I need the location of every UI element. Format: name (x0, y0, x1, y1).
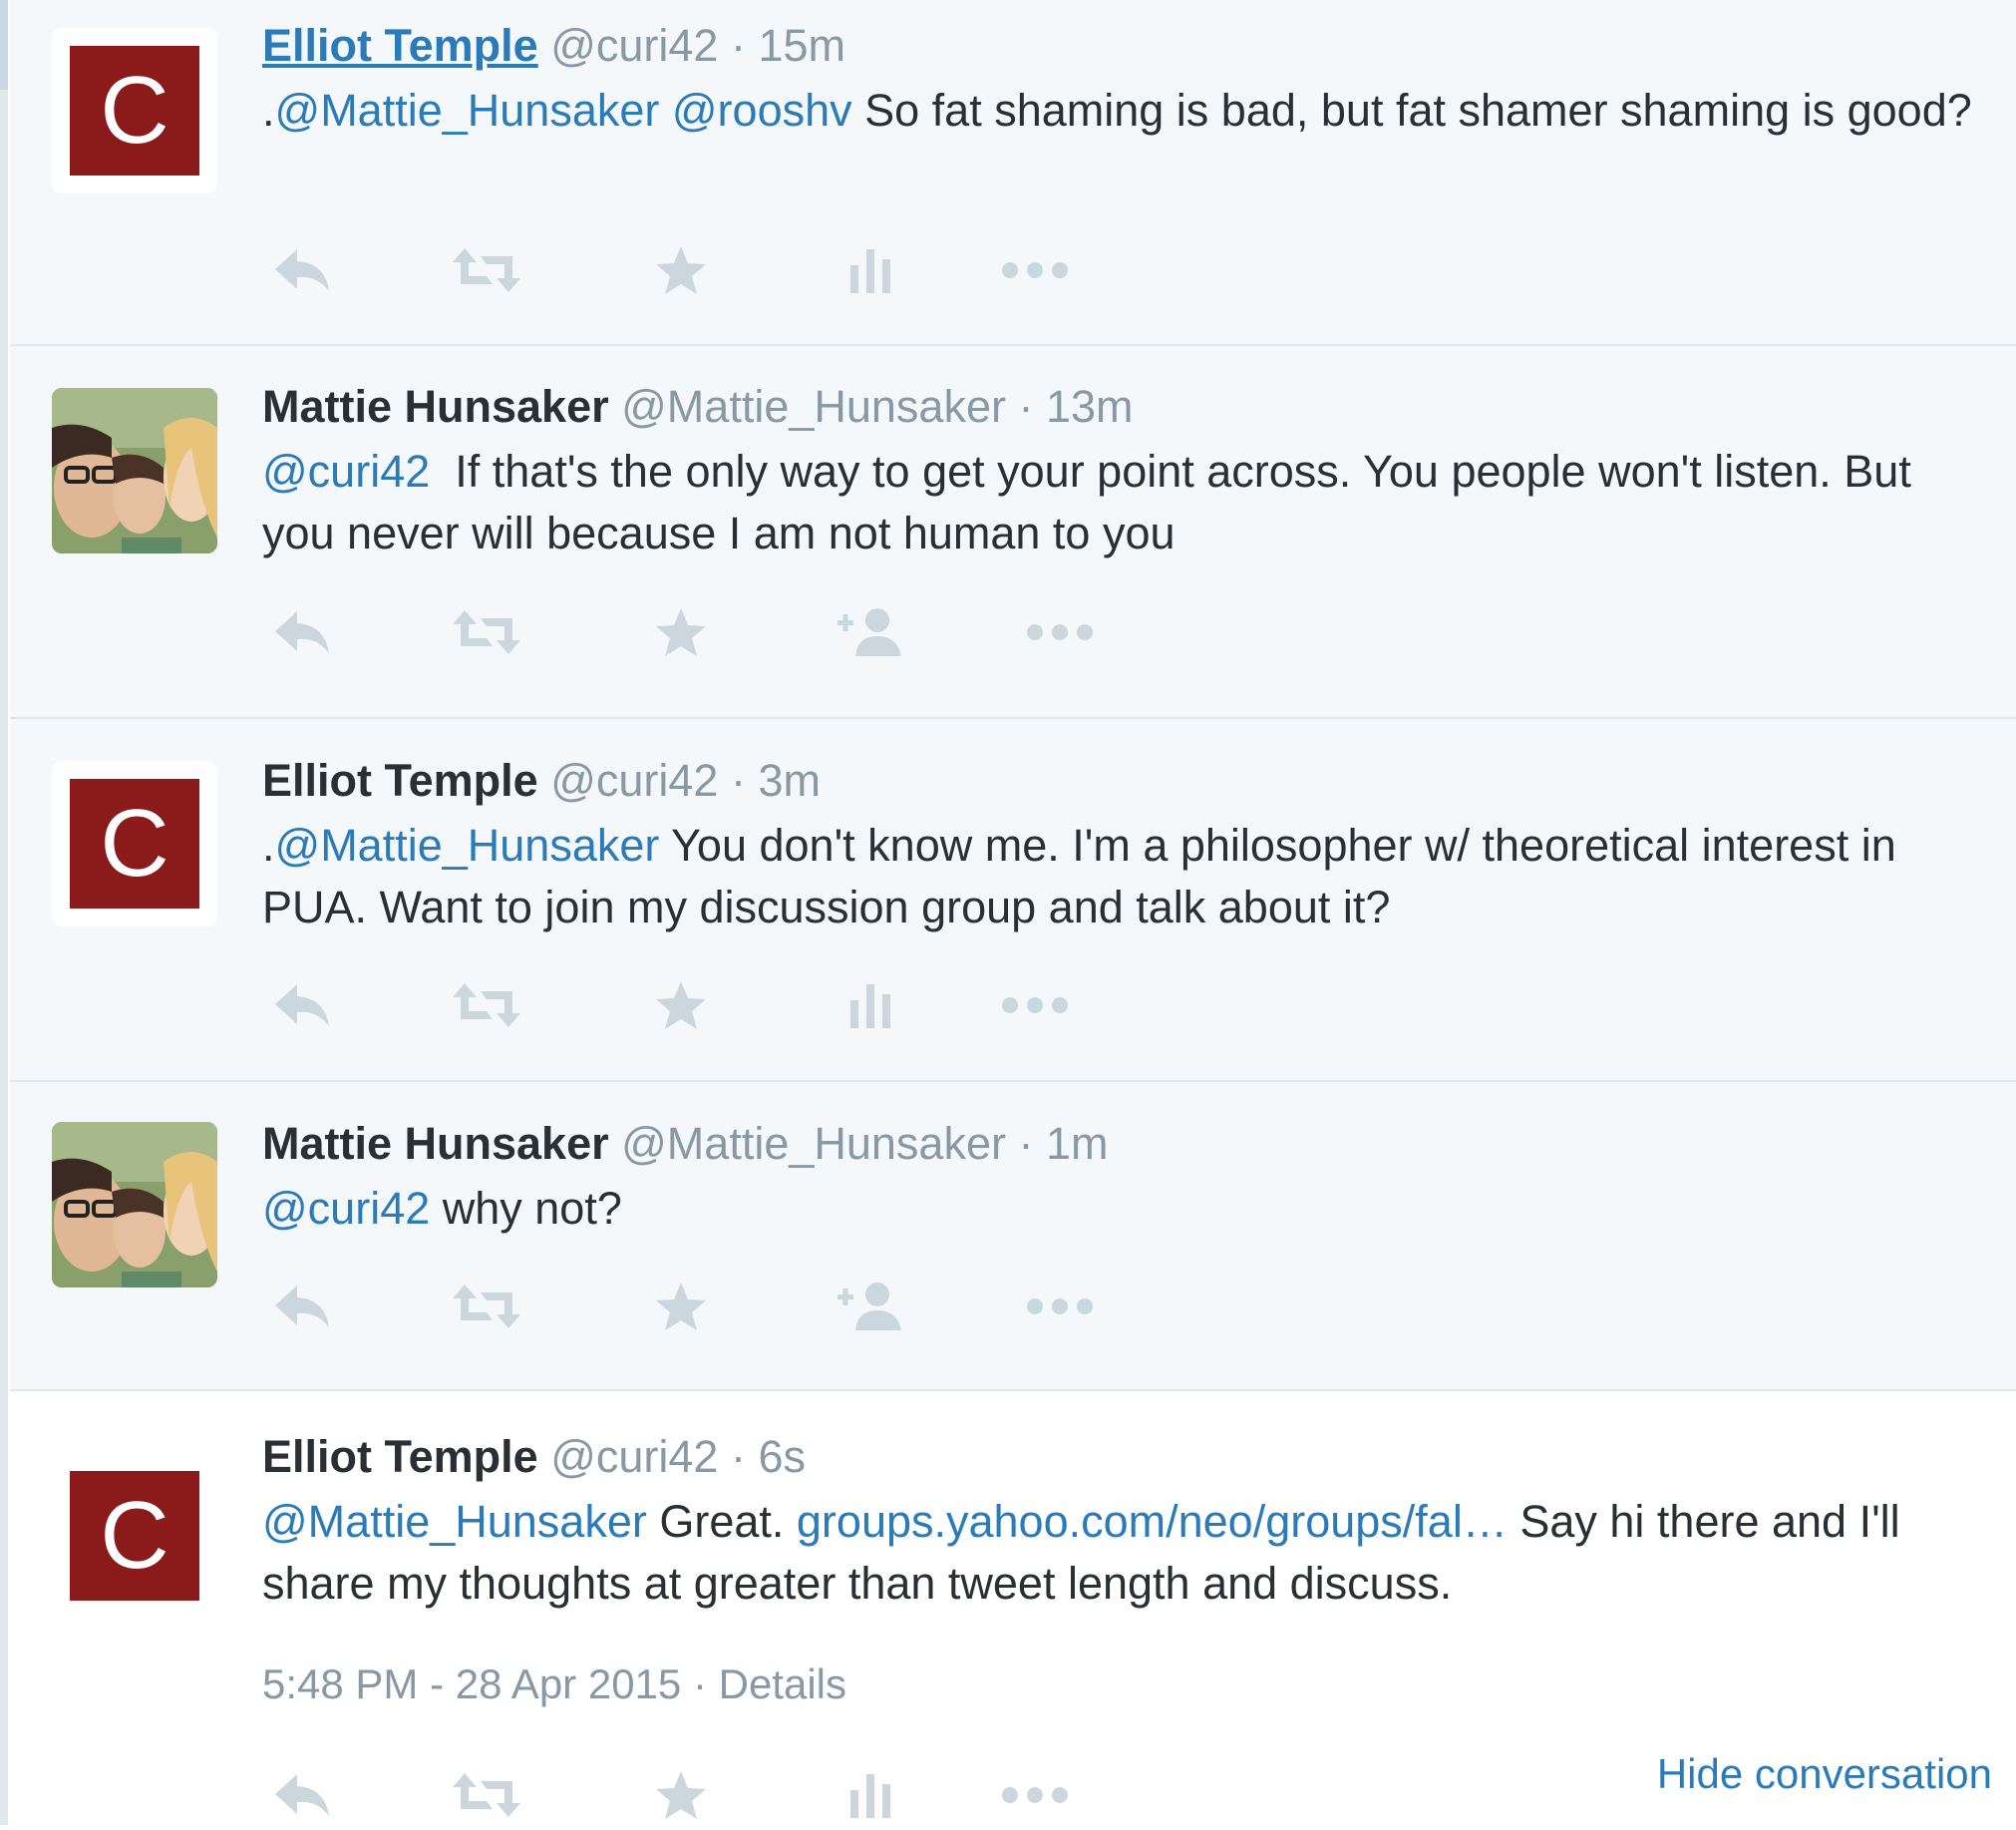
text-segment: . (262, 85, 275, 136)
full-timestamp: 5:48 PM - 28 Apr 2015 (262, 1660, 682, 1707)
text-segment (659, 85, 672, 136)
tweet-metadata: 5:48 PM - 28 Apr 2015 · Details (262, 1660, 846, 1708)
tweet-2[interactable]: Mattie Hunsaker @Mattie_Hunsaker · 13m @… (10, 346, 2016, 719)
scroll-rail[interactable] (0, 0, 8, 1825)
tweet-actions (262, 970, 1160, 1040)
tweet-header: Mattie Hunsaker @Mattie_Hunsaker · 1m (262, 1116, 1109, 1172)
more-icon[interactable] (1015, 1272, 1105, 1341)
mention-link[interactable]: @curi42 (262, 1183, 430, 1234)
timestamp-link[interactable]: 6s (759, 1431, 807, 1482)
tweet-4[interactable]: Mattie Hunsaker @Mattie_Hunsaker · 1m @c… (10, 1082, 2016, 1391)
tweet-header: Mattie Hunsaker @Mattie_Hunsaker · 13m (262, 379, 1134, 435)
tweet-text: .@Mattie_Hunsaker @rooshv So fat shaming… (262, 80, 1977, 142)
fullname-link[interactable]: Elliot Temple (262, 755, 538, 806)
retweet-icon[interactable] (442, 597, 531, 667)
more-icon[interactable] (990, 1760, 1080, 1830)
tweet-text: @curi42 If that's the only way to get yo… (262, 441, 1977, 564)
mention-link[interactable]: @rooshv (672, 85, 852, 136)
mention-link[interactable]: @Mattie_Hunsaker (275, 85, 660, 136)
favorite-icon[interactable] (641, 235, 721, 305)
separator-dot: · (730, 1431, 746, 1482)
tweet-actions (262, 235, 1160, 305)
favorite-icon[interactable] (641, 597, 721, 667)
more-icon[interactable] (990, 235, 1080, 305)
analytics-icon[interactable] (831, 970, 910, 1040)
mention-link[interactable]: @curi42 (262, 446, 430, 497)
tweet-5-focused[interactable]: C Elliot Temple @curi42 · 6s @Mattie_Hun… (10, 1391, 2016, 1825)
follow-icon[interactable] (831, 1272, 910, 1341)
retweet-icon[interactable] (442, 1272, 531, 1341)
timestamp-link[interactable]: 13m (1046, 381, 1134, 432)
fullname-link[interactable]: Elliot Temple (262, 20, 538, 71)
timestamp-link[interactable]: 1m (1046, 1118, 1109, 1169)
tweet-actions (262, 1272, 1160, 1341)
retweet-icon[interactable] (442, 970, 531, 1040)
tweet-3[interactable]: C Elliot Temple @curi42 · 3m .@Mattie_Hu… (10, 719, 2016, 1082)
profile-photo (52, 388, 217, 553)
fullname-link[interactable]: Elliot Temple (262, 1431, 538, 1482)
curi-logo: C (70, 779, 199, 909)
reply-icon[interactable] (262, 597, 342, 667)
handle[interactable]: @Mattie_Hunsaker (621, 381, 1006, 432)
tweet-header: Elliot Temple @curi42 · 6s (262, 1429, 806, 1485)
reply-icon[interactable] (262, 235, 342, 305)
hide-conversation-link[interactable]: Hide conversation (1657, 1750, 1992, 1798)
avatar-mattie[interactable] (52, 1122, 217, 1287)
mention-link[interactable]: @Mattie_Hunsaker (262, 1496, 647, 1547)
more-icon[interactable] (1015, 597, 1105, 667)
tweet-actions (262, 1760, 1160, 1830)
separator-dot: · (1018, 381, 1034, 432)
mention-link[interactable]: @Mattie_Hunsaker (275, 820, 660, 871)
more-icon[interactable] (990, 970, 1080, 1040)
tweet-actions (262, 597, 1160, 667)
avatar-elliot[interactable]: C (52, 28, 217, 193)
reply-icon[interactable] (262, 970, 342, 1040)
analytics-icon[interactable] (831, 1760, 910, 1830)
tweet-text: .@Mattie_Hunsaker You don't know me. I'm… (262, 815, 1977, 938)
separator-dot: · (681, 1660, 719, 1707)
reply-icon[interactable] (262, 1272, 342, 1341)
url-link[interactable]: groups.yahoo.com/neo/groups/fal… (797, 1496, 1508, 1547)
details-link[interactable]: Details (719, 1660, 846, 1707)
separator-dot: · (730, 20, 746, 71)
curi-logo: C (70, 1471, 199, 1601)
fullname-link[interactable]: Mattie Hunsaker (262, 381, 609, 432)
tweet-header: Elliot Temple @curi42 · 15m (262, 18, 845, 74)
text-segment: . (262, 820, 275, 871)
separator-dot: · (730, 755, 746, 806)
retweet-icon[interactable] (442, 1760, 531, 1830)
scroll-thumb[interactable] (0, 0, 8, 90)
avatar-elliot[interactable]: C (52, 1453, 217, 1619)
separator-dot: · (1018, 1118, 1034, 1169)
reply-icon[interactable] (262, 1760, 342, 1830)
profile-photo (52, 1122, 217, 1287)
tweet-1[interactable]: C Elliot Temple @curi42 · 15m .@Mattie_H… (10, 0, 2016, 346)
tweet-header: Elliot Temple @curi42 · 3m (262, 753, 821, 809)
handle[interactable]: @Mattie_Hunsaker (621, 1118, 1006, 1169)
analytics-icon[interactable] (831, 235, 910, 305)
text-segment: So fat shaming is bad, but fat shamer sh… (851, 85, 1972, 136)
text-segment: Great. (646, 1496, 797, 1547)
avatar-mattie[interactable] (52, 388, 217, 553)
avatar-elliot[interactable]: C (52, 761, 217, 926)
timestamp-link[interactable]: 3m (759, 755, 822, 806)
text-segment: why not? (430, 1183, 622, 1234)
handle[interactable]: @curi42 (550, 20, 718, 71)
handle[interactable]: @curi42 (550, 755, 718, 806)
text-segment: If that's the only way to get your point… (262, 446, 1924, 558)
favorite-icon[interactable] (641, 1272, 721, 1341)
favorite-icon[interactable] (641, 970, 721, 1040)
tweet-text: @Mattie_Hunsaker Great. groups.yahoo.com… (262, 1491, 1977, 1615)
handle[interactable]: @curi42 (550, 1431, 718, 1482)
fullname-link[interactable]: Mattie Hunsaker (262, 1118, 609, 1169)
timestamp-link[interactable]: 15m (759, 20, 846, 71)
curi-logo: C (70, 46, 199, 176)
favorite-icon[interactable] (641, 1760, 721, 1830)
follow-icon[interactable] (831, 597, 910, 667)
retweet-icon[interactable] (442, 235, 531, 305)
tweet-text: @curi42 why not? (262, 1178, 1977, 1240)
